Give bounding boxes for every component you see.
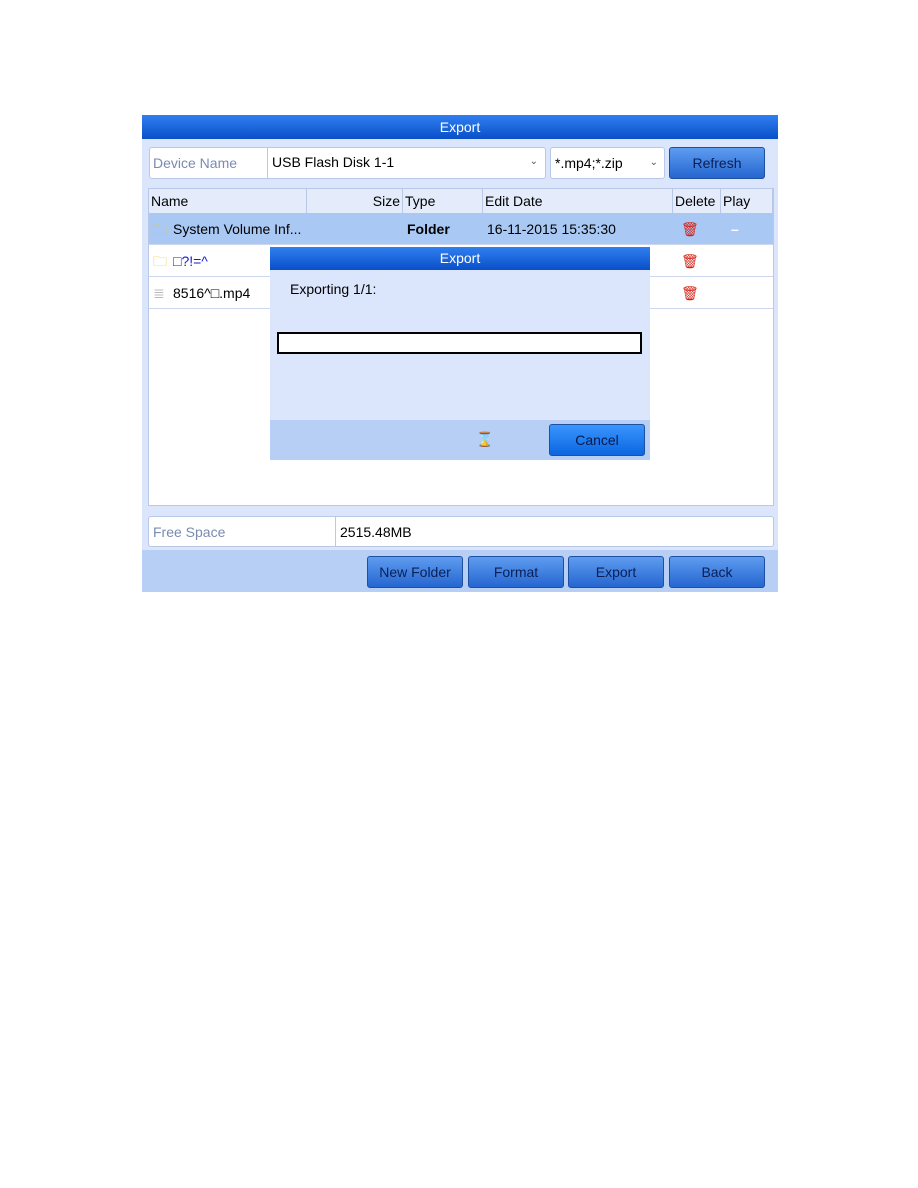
hourglass-icon: ⌛ — [476, 431, 494, 447]
header-name[interactable]: Name — [149, 189, 307, 213]
refresh-button[interactable]: Refresh — [669, 147, 765, 179]
trash-icon[interactable]: 🗑 — [681, 277, 699, 309]
table-row[interactable]: 🗀 System Volume Inf... Folder 16-11-2015… — [149, 213, 773, 245]
header-type[interactable]: Type — [403, 189, 483, 213]
dialog-status: Exporting 1/1: — [290, 281, 377, 297]
header-play: Play — [721, 189, 773, 213]
export-button[interactable]: Export — [568, 556, 664, 588]
trash-icon[interactable]: 🗑 — [681, 213, 699, 245]
row-type: Folder — [407, 221, 450, 237]
file-icon: ≣ — [153, 285, 165, 301]
trash-icon[interactable]: 🗑 — [681, 245, 699, 277]
row-name: 8516^□.mp4 — [173, 285, 251, 301]
free-space-value: 2515.48MB — [335, 517, 412, 546]
device-select[interactable]: USB Flash Disk 1-1 ⌄ — [267, 147, 546, 179]
cancel-button[interactable]: Cancel — [549, 424, 645, 456]
folder-icon: 🗀 — [153, 221, 167, 237]
header-edit-date[interactable]: Edit Date — [483, 189, 673, 213]
device-name-label: Device Name — [153, 155, 238, 171]
file-filter-value: *.mp4;*.zip — [555, 155, 623, 171]
header-size[interactable]: Size — [307, 189, 403, 213]
new-folder-button[interactable]: New Folder — [367, 556, 463, 588]
device-select-value: USB Flash Disk 1-1 — [272, 154, 395, 170]
chevron-down-icon: ⌄ — [529, 156, 538, 167]
back-button[interactable]: Back — [669, 556, 765, 588]
row-play[interactable]: – — [731, 213, 739, 245]
file-filter-select[interactable]: *.mp4;*.zip ⌄ — [550, 147, 665, 179]
window-title: Export — [142, 115, 778, 139]
format-button[interactable]: Format — [468, 556, 564, 588]
progress-bar — [277, 332, 642, 354]
export-progress-dialog: Export Exporting 1/1: ⌛ Cancel — [270, 247, 650, 460]
row-name: System Volume Inf... — [173, 221, 302, 237]
chevron-down-icon: ⌄ — [649, 157, 658, 168]
header-delete: Delete — [673, 189, 721, 213]
free-space-row: Free Space 2515.48MB — [148, 516, 774, 547]
row-date: 16-11-2015 15:35:30 — [487, 221, 616, 237]
row-name: □?!=^ — [173, 253, 208, 269]
free-space-label: Free Space — [153, 524, 226, 540]
folder-icon: 🗀 — [153, 253, 167, 269]
dialog-title: Export — [270, 247, 650, 270]
